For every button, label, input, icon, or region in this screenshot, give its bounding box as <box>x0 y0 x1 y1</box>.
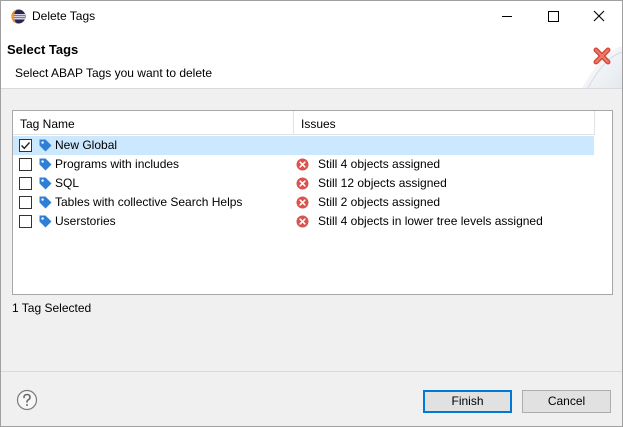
table-row[interactable]: Userstories Still 4 objects in lower tree… <box>13 212 594 231</box>
issue-cell: Still 4 objects in lower tree levels ass… <box>318 214 543 228</box>
issue-cell: Still 4 objects assigned <box>318 157 441 171</box>
tag-name-cell: Tables with collective Search Helps <box>55 195 243 209</box>
error-icon <box>296 215 309 228</box>
row-checkbox[interactable] <box>19 158 32 171</box>
tag-icon <box>39 158 52 171</box>
title-bar: Delete Tags <box>1 1 622 32</box>
finish-button[interactable]: Finish <box>423 390 512 413</box>
delete-tags-dialog: Delete Tags Select Tags Select ABAP Tags… <box>0 0 623 427</box>
error-icon <box>296 196 309 209</box>
error-icon <box>296 158 309 171</box>
eclipse-app-icon <box>11 9 26 24</box>
tag-name-cell: SQL <box>55 176 80 190</box>
header-banner: Select Tags Select ABAP Tags you want to… <box>1 32 622 88</box>
selection-status: 1 Tag Selected <box>12 301 92 315</box>
column-header-tag-name[interactable]: Tag Name <box>13 111 294 135</box>
error-icon <box>296 177 309 190</box>
tag-name-cell: Programs with includes <box>55 157 180 171</box>
close-icon <box>593 10 605 22</box>
banner-title: Select Tags <box>7 42 79 57</box>
help-icon[interactable] <box>16 389 38 411</box>
maximize-icon <box>548 11 559 22</box>
row-checkbox[interactable] <box>19 215 32 228</box>
minimize-button[interactable] <box>484 1 530 32</box>
close-button[interactable] <box>576 1 622 32</box>
window-title: Delete Tags <box>32 9 96 23</box>
tag-icon <box>39 215 52 228</box>
header-filler <box>594 111 612 135</box>
row-checkbox[interactable] <box>19 139 32 152</box>
banner-separator <box>1 88 622 89</box>
table-row[interactable]: New Global <box>13 136 594 155</box>
banner-message: Select ABAP Tags you want to delete <box>15 66 213 80</box>
cancel-button[interactable]: Cancel <box>522 390 611 413</box>
tag-name-cell: New Global <box>55 138 118 152</box>
tag-name-cell: Userstories <box>55 214 116 228</box>
row-checkbox[interactable] <box>19 196 32 209</box>
column-header-issues[interactable]: Issues <box>294 111 594 135</box>
tags-table[interactable]: Tag Name Issues New Global Programs with … <box>12 110 613 295</box>
tag-icon <box>39 177 52 190</box>
tag-icon <box>39 139 52 152</box>
row-checkbox[interactable] <box>19 177 32 190</box>
table-row[interactable]: Tables with collective Search Helps Still… <box>13 193 594 212</box>
table-row[interactable]: SQL Still 12 objects assigned <box>13 174 594 193</box>
checkmark-icon <box>21 142 31 150</box>
issue-cell: Still 2 objects assigned <box>318 195 441 209</box>
table-row[interactable]: Programs with includes Still 4 objects as… <box>13 155 594 174</box>
table-header: Tag Name Issues <box>13 111 594 135</box>
maximize-button[interactable] <box>530 1 576 32</box>
minimize-icon <box>502 16 512 17</box>
footer-separator <box>1 371 622 372</box>
issue-cell: Still 12 objects assigned <box>318 176 447 190</box>
delete-wizard-icon <box>582 46 622 88</box>
tag-icon <box>39 196 52 209</box>
